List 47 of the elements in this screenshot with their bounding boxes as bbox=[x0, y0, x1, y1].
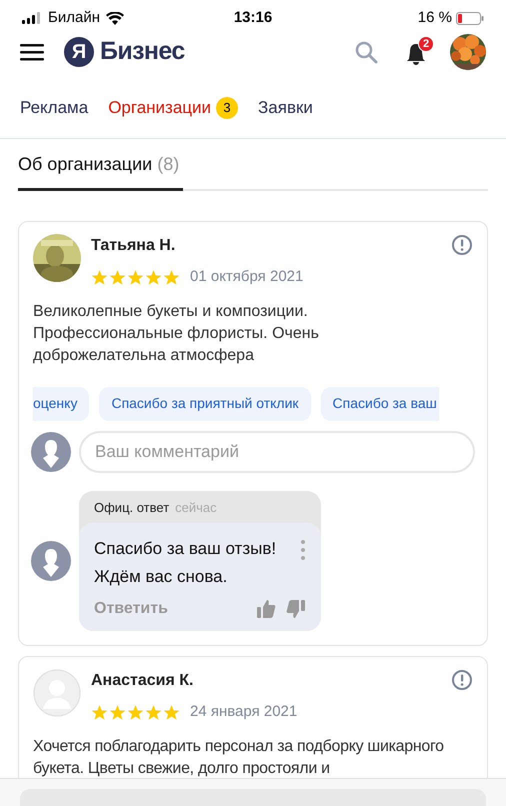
section-tab[interactable]: Об организации (8) bbox=[18, 151, 184, 191]
author-name: Татьяна Н. bbox=[91, 236, 176, 256]
review-text: Великолепные букеты и композиции. Профессиональные флористы. Очень доброжелательна атмосфера bbox=[33, 302, 320, 366]
carrier-name: Билайн bbox=[48, 8, 100, 28]
star-icon bbox=[91, 704, 108, 721]
thumbs-up-icon[interactable] bbox=[256, 599, 276, 619]
quick-reply-chip[interactable]: Спасибо за приятный отклик bbox=[99, 386, 311, 420]
reply-text: Спасибо за ваш отзыв! Ждём вас снова. bbox=[94, 538, 278, 588]
star-icon bbox=[145, 268, 162, 286]
logo-text: Бизнес bbox=[100, 36, 185, 68]
menu-icon[interactable] bbox=[20, 43, 44, 61]
battery-level: 16 % bbox=[418, 8, 452, 28]
review-date: 24 января 2021 bbox=[190, 702, 298, 722]
reply-label: Офиц. ответ bbox=[94, 498, 170, 517]
star-icon bbox=[127, 268, 144, 286]
review-text: Хочется поблагодарить персонал за подборку шикарного букета. Цветы свежие, долго простояли и bbox=[33, 736, 445, 778]
notification-badge: 2 bbox=[418, 36, 434, 52]
star-icon bbox=[91, 268, 108, 286]
logo-mark: Я bbox=[64, 37, 94, 67]
wifi-icon bbox=[106, 12, 124, 24]
quick-reply-chip[interactable]: оценку bbox=[33, 386, 90, 420]
report-icon[interactable] bbox=[451, 669, 473, 691]
star-icon bbox=[127, 704, 144, 721]
comment-field[interactable]: Ваш комментарий bbox=[79, 430, 475, 472]
star-icon bbox=[109, 704, 126, 721]
battery-icon bbox=[456, 12, 484, 24]
report-icon[interactable] bbox=[451, 234, 473, 256]
more-icon[interactable] bbox=[300, 539, 306, 563]
thumbs-down-icon[interactable] bbox=[286, 599, 306, 619]
author-name: Анастасия К. bbox=[91, 671, 194, 691]
review-date: 01 октября 2021 bbox=[190, 267, 304, 287]
star-icon bbox=[163, 268, 180, 286]
search-icon[interactable] bbox=[354, 40, 378, 64]
count-badge: 3 bbox=[216, 97, 238, 119]
nav-tab[interactable]: Реклама bbox=[20, 95, 88, 121]
nav-tab[interactable]: Организации 3 bbox=[108, 95, 238, 121]
user-avatar-icon bbox=[31, 432, 71, 472]
signal-icon bbox=[22, 12, 42, 24]
clock: 13:16 bbox=[234, 8, 272, 26]
user-avatar-icon bbox=[31, 540, 71, 581]
star-icon bbox=[145, 704, 162, 721]
star-icon bbox=[109, 268, 126, 286]
avatar-icon bbox=[33, 669, 81, 717]
reply-time: сейчас bbox=[175, 498, 217, 516]
quick-reply-chip[interactable]: Спасибо за ваш bbox=[320, 386, 439, 420]
star-icon bbox=[163, 704, 180, 721]
nav-tab[interactable]: Заявки bbox=[258, 95, 313, 121]
